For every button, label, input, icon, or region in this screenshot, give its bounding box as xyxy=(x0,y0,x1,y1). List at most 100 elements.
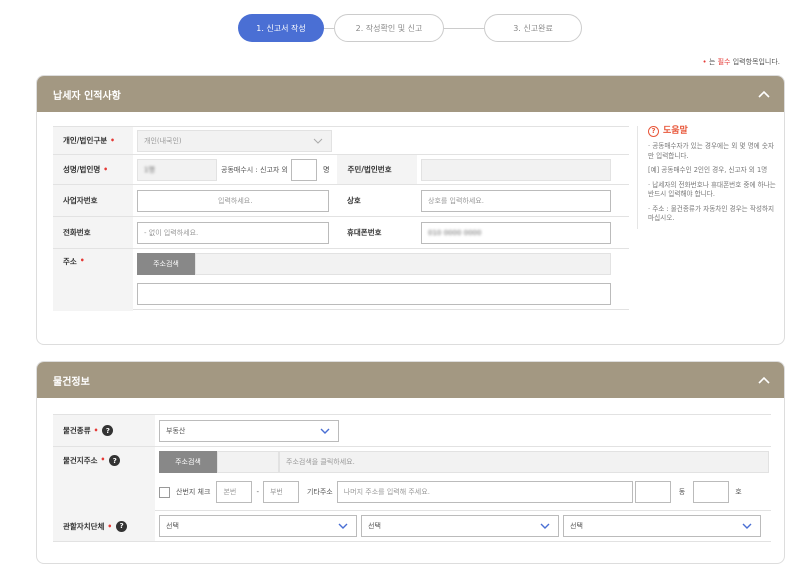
mountain-check-label: 산번지 체크 xyxy=(176,488,211,496)
property-panel: 물건정보 물건종류 •? 부동산 물건지주소 •? 주소검색 주소검색을 클릭하세요… xyxy=(36,361,785,564)
property-address-group: 주소검색 주소검색을 클릭하세요. 산번지 체크 본번 - 부번 기타주소 나머… xyxy=(159,447,769,503)
rrn-field[interactable] xyxy=(421,158,612,181)
property-address-search-button[interactable]: 주소검색 xyxy=(159,451,217,473)
person-type-value: 개인(내국인) xyxy=(144,136,182,145)
help-title-text: 도움말 xyxy=(663,125,688,136)
form-row: 관할자치단체 •? 선택 선택 선택 xyxy=(53,510,771,542)
rrn-label-text: 주민/법인번호 xyxy=(347,165,392,174)
name-label-text: 성명/법인명 xyxy=(63,165,101,174)
help-item: [예] 공동매수인 2인인 경우, 신고자 외 1명 xyxy=(648,166,768,174)
gov-label-text: 관할자치단체 xyxy=(63,521,105,531)
kind-label: 물건종류 •? xyxy=(53,415,155,446)
question-icon[interactable]: ? xyxy=(116,520,128,532)
phone-label-text: 전화번호 xyxy=(63,228,91,237)
ho-input[interactable] xyxy=(693,481,730,503)
question-circle-icon: ? xyxy=(648,126,659,137)
dash: - xyxy=(256,488,259,496)
required-note-emph: 필수 xyxy=(717,58,731,66)
name-value: 1명 xyxy=(144,165,155,174)
required-star: • xyxy=(79,256,85,265)
property-kind-select[interactable]: 부동산 xyxy=(159,419,339,442)
joint-count-input[interactable] xyxy=(291,158,317,181)
gov-select-2-value: 선택 xyxy=(368,522,381,530)
joint-unit: 명 xyxy=(323,165,330,174)
taxpayer-panel: 납세자 인적사항 개인/법인구분 • 개인(내국인) 성명/법인명 • 1명 공동매… xyxy=(36,75,785,345)
form-row: 물건지주소 •? 주소검색 주소검색을 클릭하세요. 산번지 체크 본번 - 부번… xyxy=(53,446,771,511)
type-label: 개인/법인구분 • xyxy=(53,127,133,154)
taxpayer-form: 개인/법인구분 • 개인(내국인) 성명/법인명 • 1명 공동매수시 : 신고자 … xyxy=(53,126,629,311)
form-row: 전화번호 - 없이 입력하세요. 휴대폰번호 010 0000 0000 xyxy=(53,216,629,248)
chevron-down-icon xyxy=(742,523,752,529)
mountain-checkbox[interactable] xyxy=(159,486,170,498)
phone-label: 전화번호 xyxy=(53,217,133,248)
addr-label: 물건지주소 •? xyxy=(53,447,155,511)
trade-label-text: 상호 xyxy=(347,196,361,205)
required-star: • xyxy=(93,426,99,435)
step-3: 3. 신고완료 xyxy=(484,14,582,42)
help-item: · 공동매수자가 있는 경우에는 외 몇 명에 숫자만 입력합니다. xyxy=(648,142,774,160)
kind-label-text: 물건종류 xyxy=(63,426,91,435)
zip-field[interactable] xyxy=(217,451,279,473)
chevron-down-icon xyxy=(320,428,330,434)
question-icon[interactable]: ? xyxy=(102,425,114,436)
address-label: 주소 • xyxy=(53,249,133,311)
mobile-label-text: 휴대폰번호 xyxy=(347,228,382,237)
taxpayer-panel-header[interactable]: 납세자 인적사항 xyxy=(37,76,784,112)
help-title: ? 도움말 xyxy=(648,126,777,137)
address-field[interactable] xyxy=(195,253,611,275)
trade-placeholder: 상호를 입력하세요. xyxy=(428,196,484,205)
form-row: 성명/법인명 • 1명 공동매수시 : 신고자 외 명 주민/법인번호 xyxy=(53,154,629,184)
ho-label: 호 xyxy=(735,488,742,496)
address-detail-input[interactable] xyxy=(137,283,611,305)
etc-address-placeholder: 나머지 주소를 입력해 주세요. xyxy=(343,488,430,496)
property-panel-header[interactable]: 물건정보 xyxy=(37,362,784,398)
etc-address-input[interactable]: 나머지 주소를 입력해 주세요. xyxy=(336,481,633,503)
gov-select-3[interactable]: 선택 xyxy=(563,515,761,537)
biz-number-input[interactable]: 입력하세요. xyxy=(137,189,329,212)
step-1: 1. 신고서 작성 xyxy=(238,14,324,42)
phone-input[interactable]: - 없이 입력하세요. xyxy=(137,221,329,244)
mobile-value: 010 0000 0000 xyxy=(428,228,482,237)
required-note-suffix: 입력항목입니다. xyxy=(730,58,780,66)
address-line-1: 주소검색 xyxy=(137,253,611,275)
property-address-line-2: 산번지 체크 본번 - 부번 기타주소 나머지 주소를 입력해 주세요. 동 호 xyxy=(159,481,769,503)
gov-select-2[interactable]: 선택 xyxy=(361,515,559,537)
property-kind-value: 부동산 xyxy=(166,426,186,435)
dong-label: 동 xyxy=(678,488,686,496)
person-type-select[interactable]: 개인(내국인) xyxy=(137,129,332,152)
gov-label: 관할자치단체 •? xyxy=(53,511,155,541)
address-label-text: 주소 xyxy=(63,257,77,266)
biz-placeholder: 입력하세요. xyxy=(218,196,253,205)
address-search-button[interactable]: 주소검색 xyxy=(137,253,195,275)
type-label-text: 개인/법인구분 xyxy=(63,136,108,145)
panel-title: 납세자 인적사항 xyxy=(53,90,121,102)
step-2: 2. 작성확인 및 신고 xyxy=(334,14,444,42)
name-field[interactable]: 1명 xyxy=(137,158,217,181)
main-number-input[interactable]: 본번 xyxy=(216,481,253,503)
question-icon[interactable]: ? xyxy=(109,455,121,466)
panel-title: 물건정보 xyxy=(53,376,90,388)
trade-name-input[interactable]: 상호를 입력하세요. xyxy=(421,189,611,212)
required-note: • 는 필수 입력항목입니다. xyxy=(703,57,780,67)
chevron-down-icon xyxy=(338,523,348,529)
addr-placeholder: 주소검색을 클릭하세요. xyxy=(286,458,355,466)
mobile-label: 휴대폰번호 xyxy=(337,217,417,248)
required-note-prefix: 는 xyxy=(708,58,718,66)
help-item: · 주소 : 물건종류가 자동차인 경우는 작성하지 마십시오. xyxy=(648,204,775,223)
gov-select-1[interactable]: 선택 xyxy=(159,515,357,537)
name-label: 성명/법인명 • xyxy=(53,155,133,184)
property-address-field[interactable]: 주소검색을 클릭하세요. xyxy=(279,451,769,473)
main-number-placeholder: 본번 xyxy=(223,488,237,496)
chevron-up-icon[interactable] xyxy=(758,376,770,384)
form-row: 주소 • 주소검색 xyxy=(53,248,629,311)
sub-number-input[interactable]: 부번 xyxy=(262,481,299,503)
phone-placeholder: - 없이 입력하세요. xyxy=(144,228,199,237)
addr-label-text: 물건지주소 xyxy=(63,456,98,465)
form-row: 물건종류 •? 부동산 xyxy=(53,414,771,446)
dong-input[interactable] xyxy=(634,481,671,503)
address-group: 주소검색 xyxy=(137,249,611,305)
gov-select-1-value: 선택 xyxy=(166,522,179,530)
mobile-input[interactable]: 010 0000 0000 xyxy=(421,221,611,244)
form-row: 사업자번호 입력하세요. 상호 상호를 입력하세요. xyxy=(53,184,629,216)
chevron-up-icon[interactable] xyxy=(758,90,770,98)
